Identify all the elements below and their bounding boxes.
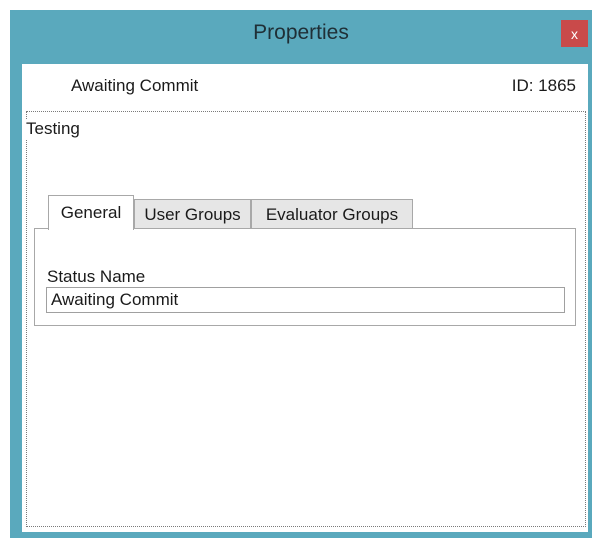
properties-window: Properties x Awaiting Commit ID: 1865 Te… [10, 10, 592, 538]
group-label: Testing [26, 119, 82, 139]
title-bar[interactable]: Properties x [10, 10, 592, 60]
window-content: Awaiting Commit ID: 1865 Testing General… [22, 64, 588, 532]
status-name-input[interactable] [46, 287, 565, 313]
tab-evaluator-groups[interactable]: Evaluator Groups [251, 199, 413, 229]
close-icon: x [571, 25, 578, 42]
close-button[interactable]: x [561, 20, 588, 47]
status-name-label: Status Name [47, 267, 146, 286]
general-tab-panel: Status Name [34, 228, 576, 326]
tab-user-groups[interactable]: User Groups [134, 199, 251, 229]
status-header: Awaiting Commit [71, 76, 199, 95]
status-id: ID: 1865 [511, 76, 576, 95]
window-title: Properties [253, 21, 349, 44]
tab-general[interactable]: General [48, 195, 134, 230]
